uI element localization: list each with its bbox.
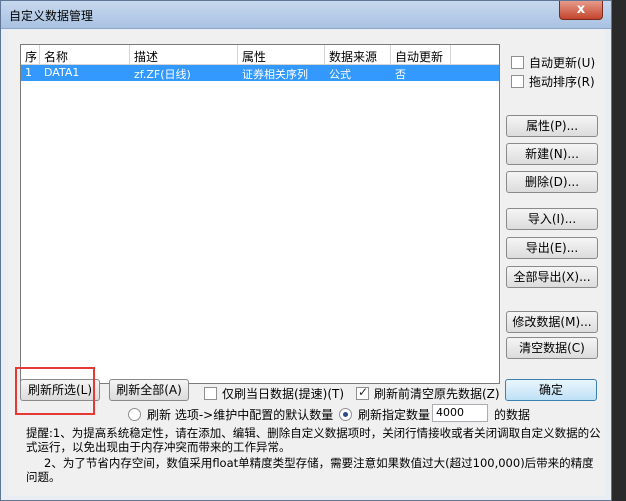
tip-line-2: 2、为了节省内存空间，数值采用float单精度类型存储，需要注意如果数值过大(超… xyxy=(26,456,594,484)
cell-name: DATA1 xyxy=(44,66,80,79)
drag-sort-box[interactable] xyxy=(511,75,524,88)
delete-button[interactable]: 删除(D)... xyxy=(506,171,598,193)
export-all-button[interactable]: 全部导出(X)... xyxy=(506,266,598,288)
cell-description: zf.ZF(日线) xyxy=(134,68,191,81)
highlight-annotation xyxy=(15,367,95,415)
column-header-source[interactable]: 数据来源 xyxy=(325,45,391,64)
today-only-label: 仅刷当日数据(提速)(T) xyxy=(222,387,345,401)
refresh-all-button[interactable]: 刷新全部(A) xyxy=(109,379,189,401)
cell-property: 证券相关序列 xyxy=(242,68,308,81)
column-header-index[interactable]: 序 xyxy=(21,45,40,64)
refresh-default-radio-dot[interactable] xyxy=(128,408,141,421)
import-button[interactable]: 导入(I)... xyxy=(506,208,598,230)
column-header-auto-update[interactable]: 自动更新 xyxy=(391,45,451,64)
tips-panel: 提醒:1、为提高系统稳定性，请在添加、编辑、删除自定义数据项时，关闭行情接收或者… xyxy=(26,426,601,484)
auto-update-checkbox[interactable]: 自动更新(U) xyxy=(511,54,595,71)
dialog-client-area: 序 名称 描述 属性 数据来源 自动更新 1 DATA1 zf.ZF(日线) 证… xyxy=(8,30,605,496)
refresh-count-input[interactable]: 4000 xyxy=(432,404,488,422)
cell-index: 1 xyxy=(25,66,32,79)
today-only-checkbox[interactable]: 仅刷当日数据(提速)(T) xyxy=(204,385,344,402)
refresh-custom-radio[interactable]: 刷新指定数量 xyxy=(339,406,430,423)
clear-data-button[interactable]: 清空数据(C) xyxy=(506,337,598,359)
column-header-description[interactable]: 描述 xyxy=(130,45,238,64)
ok-button[interactable]: 确定 xyxy=(505,379,597,401)
title-bar: 自定义数据管理 x xyxy=(1,1,611,29)
window-title: 自定义数据管理 xyxy=(9,9,94,23)
cell-source: 公式 xyxy=(329,68,351,81)
drag-sort-checkbox[interactable]: 拖动排序(R) xyxy=(511,73,595,90)
refresh-default-label: 刷新 选项->维护中配置的默认数量 xyxy=(147,408,334,422)
clear-before-refresh-box[interactable] xyxy=(356,385,369,400)
today-only-box[interactable] xyxy=(204,387,217,400)
clear-before-refresh-checkbox[interactable]: 刷新前清空原先数据(Z) xyxy=(356,385,500,402)
column-header-property[interactable]: 属性 xyxy=(238,45,325,64)
export-button[interactable]: 导出(E)... xyxy=(506,237,598,259)
auto-update-box[interactable] xyxy=(511,56,524,69)
background-edge xyxy=(612,0,626,501)
table-header: 序 名称 描述 属性 数据来源 自动更新 xyxy=(21,45,499,65)
refresh-count-suffix: 的数据 xyxy=(494,408,531,422)
custom-data-table[interactable]: 序 名称 描述 属性 数据来源 自动更新 1 DATA1 zf.ZF(日线) 证… xyxy=(20,44,500,384)
properties-button[interactable]: 属性(P)... xyxy=(506,115,598,137)
drag-sort-label: 拖动排序(R) xyxy=(529,75,595,89)
new-button[interactable]: 新建(N)... xyxy=(506,143,598,165)
refresh-custom-label: 刷新指定数量 xyxy=(358,408,431,422)
refresh-default-radio[interactable]: 刷新 选项->维护中配置的默认数量 xyxy=(128,406,333,423)
auto-update-label: 自动更新(U) xyxy=(529,56,596,70)
modify-data-button[interactable]: 修改数据(M)... xyxy=(506,311,598,333)
column-header-name[interactable]: 名称 xyxy=(40,45,130,64)
clear-before-refresh-label: 刷新前清空原先数据(Z) xyxy=(374,387,500,401)
refresh-custom-radio-dot[interactable] xyxy=(339,408,352,421)
tip-line-1: 提醒:1、为提高系统稳定性，请在添加、编辑、删除自定义数据项时，关闭行情接收或者… xyxy=(26,426,601,454)
dialog-window: 自定义数据管理 x 序 名称 描述 属性 数据来源 自动更新 1 DATA1 z… xyxy=(0,0,612,501)
close-button[interactable]: x xyxy=(559,1,603,20)
cell-auto-update: 否 xyxy=(395,68,406,81)
table-row[interactable]: 1 DATA1 zf.ZF(日线) 证券相关序列 公式 否 xyxy=(21,65,499,81)
